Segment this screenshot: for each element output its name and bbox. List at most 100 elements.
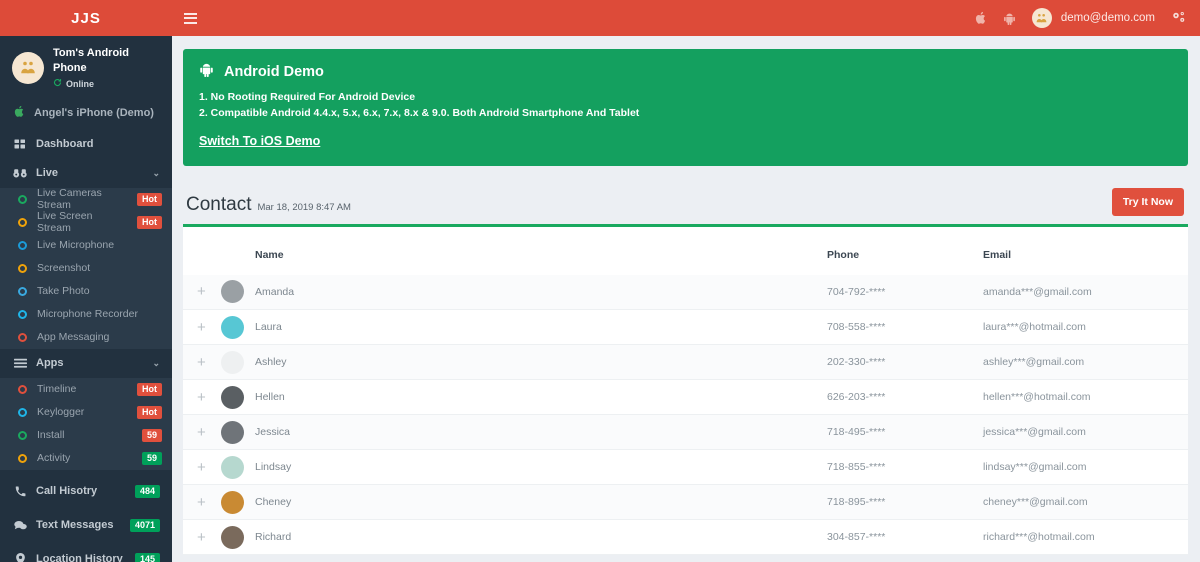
- sidebar-item-live-microphone[interactable]: Live Microphone: [0, 234, 172, 257]
- avatar: [221, 350, 244, 374]
- contact-phone: 718-495-****: [827, 426, 886, 439]
- sidebar-item-install[interactable]: Install 59: [0, 424, 172, 447]
- sidebar-item-dashboard[interactable]: Dashboard: [0, 130, 172, 159]
- apple-icon[interactable]: [975, 11, 987, 25]
- sidebar-item-live-cameras-stream[interactable]: Live Cameras Stream Hot: [0, 187, 172, 211]
- sidebar-item-label: Text Messages: [36, 519, 114, 532]
- avatar-cell: [221, 450, 255, 485]
- plus-icon[interactable]: +: [197, 460, 206, 475]
- sidebar-item-timeline[interactable]: Timeline Hot: [0, 378, 172, 401]
- expand-cell[interactable]: +: [183, 345, 221, 380]
- plus-icon[interactable]: +: [197, 390, 206, 405]
- sidebar-item-label: Live Screen Stream: [37, 210, 93, 235]
- contact-name: Cheney: [255, 496, 292, 509]
- android-demo-banner: Android Demo 1. No Rooting Required For …: [183, 49, 1188, 166]
- chat-icon: [13, 520, 27, 531]
- sidebar-item-device[interactable]: Angel's iPhone (Demo): [0, 98, 172, 130]
- th-avatar: [221, 227, 255, 275]
- table-row[interactable]: + Hellen 626-203-**** hellen***@hotmail.com: [183, 380, 1188, 415]
- plus-icon[interactable]: +: [197, 320, 206, 335]
- table-row[interactable]: + Cheney 718-895-**** cheney***@gmail.com: [183, 484, 1188, 520]
- sidebar-item-label: Keylogger: [37, 406, 85, 419]
- sidebar-item-call-history[interactable]: Call Hisotry 484: [0, 478, 172, 505]
- sidebar-item-screenshot[interactable]: Screenshot: [0, 257, 172, 280]
- avatar: [221, 455, 244, 479]
- expand-cell[interactable]: +: [183, 310, 221, 345]
- expand-cell[interactable]: +: [183, 415, 221, 450]
- expand-cell[interactable]: +: [183, 380, 221, 415]
- table-row[interactable]: + Ashley 202-330-**** ashley***@gmail.com: [183, 344, 1188, 380]
- page-title: Contact: [186, 193, 252, 215]
- status-dot-icon: [18, 430, 27, 440]
- sidebar-item-microphone-recorder[interactable]: Microphone Recorder: [0, 303, 172, 326]
- user-menu[interactable]: demo@demo.com: [1031, 8, 1155, 28]
- contact-email: jessica***@gmail.com: [983, 426, 1086, 439]
- avatar: [221, 385, 244, 409]
- profile-status: Online: [53, 78, 162, 90]
- table-row[interactable]: + Richard 304-857-**** richard***@hotmail.c…: [183, 520, 1188, 555]
- plus-icon[interactable]: +: [197, 425, 206, 440]
- sidebar-item-location-history[interactable]: Location History 145: [0, 546, 172, 562]
- android-icon[interactable]: [1003, 12, 1016, 25]
- contact-email: laura***@hotmail.com: [983, 321, 1086, 334]
- sidebar-section-apps[interactable]: Apps ⌄: [0, 349, 172, 378]
- status-badge: 59: [141, 428, 162, 443]
- avatar: [221, 420, 244, 444]
- sidebar-item-label: App Messaging: [37, 331, 110, 344]
- avatar: [221, 525, 244, 549]
- sidebar-section-live-label: Live: [36, 167, 59, 180]
- plus-icon[interactable]: +: [197, 284, 206, 299]
- map-pin-icon: [13, 553, 27, 562]
- avatar: [221, 490, 244, 514]
- avatar-cell: [221, 485, 255, 520]
- status-dot-icon: [18, 407, 27, 417]
- banner-line-2: 2. Compatible Android 4.4.x, 5.x, 6.x, 7…: [199, 107, 640, 120]
- banner-line-1: 1. No Rooting Required For Android Devic…: [199, 91, 416, 103]
- try-it-now-button[interactable]: Try It Now: [1111, 187, 1184, 216]
- topbar-right: demo@demo.com: [975, 8, 1186, 28]
- switch-to-ios-demo-link[interactable]: Switch To iOS Demo: [199, 134, 320, 148]
- status-dot-icon: [18, 286, 27, 296]
- sidebar-item-activity[interactable]: Activity 59: [0, 447, 172, 470]
- table-row[interactable]: + Laura 708-558-**** laura***@hotmail.com: [183, 310, 1188, 345]
- sidebar-item-take-photo[interactable]: Take Photo: [0, 280, 172, 303]
- sidebar-item-live-screen-stream[interactable]: Live Screen Stream Hot: [0, 210, 172, 235]
- hamburger-icon[interactable]: [184, 12, 197, 24]
- status-badge: 145: [134, 552, 160, 562]
- table-row[interactable]: + Lindsay 718-855-**** lindsay***@gmail.com: [183, 450, 1188, 485]
- contact-name: Ashley: [255, 356, 287, 369]
- avatar-cell: [221, 275, 255, 310]
- table-header-row: Name Phone Email: [183, 227, 1188, 275]
- th-expand: [183, 227, 221, 275]
- apple-icon: [14, 105, 25, 121]
- contact-phone: 304-857-****: [827, 531, 886, 544]
- table-row[interactable]: + Jessica 718-495-**** jessica***@gmail.com: [183, 414, 1188, 450]
- plus-icon[interactable]: +: [197, 530, 206, 545]
- sidebar-submenu-apps: Timeline Hot Keylogger Hot Install 59 Ac…: [0, 377, 172, 470]
- sidebar-section-apps-label: Apps: [36, 357, 64, 370]
- sidebar-item-label: Microphone Recorder: [37, 308, 138, 321]
- status-badge: Hot: [137, 215, 162, 230]
- expand-cell[interactable]: +: [183, 485, 221, 520]
- sidebar-item-text-messages[interactable]: Text Messages 4071: [0, 512, 172, 539]
- sidebar-item-app-messaging[interactable]: App Messaging: [0, 326, 172, 349]
- expand-cell[interactable]: +: [183, 520, 221, 555]
- status-badge: 59: [141, 451, 162, 466]
- sidebar-item-keylogger[interactable]: Keylogger Hot: [0, 401, 172, 424]
- expand-cell[interactable]: +: [183, 275, 221, 310]
- gear-icon[interactable]: [1171, 11, 1186, 25]
- plus-icon[interactable]: +: [197, 495, 206, 510]
- brand-logo[interactable]: JJS: [0, 0, 172, 36]
- contact-phone: 708-558-****: [827, 321, 886, 334]
- sidebar-profile[interactable]: Tom's Android Phone Online: [0, 36, 172, 98]
- contact-table-card: Name Phone Email + Amanda 704-792-**** aman…: [183, 226, 1188, 556]
- expand-cell[interactable]: +: [183, 450, 221, 485]
- avatar-cell: [221, 380, 255, 415]
- sidebar-item-dashboard-label: Dashboard: [36, 138, 94, 151]
- profile-avatar: [12, 51, 44, 84]
- contact-phone: 626-203-****: [827, 391, 886, 404]
- sidebar-section-live[interactable]: Live ⌄: [0, 159, 172, 188]
- page-timestamp: Mar 18, 2019 8:47 AM: [257, 201, 351, 213]
- table-row[interactable]: + Amanda 704-792-**** amanda***@gmail.com: [183, 274, 1188, 310]
- plus-icon[interactable]: +: [197, 355, 206, 370]
